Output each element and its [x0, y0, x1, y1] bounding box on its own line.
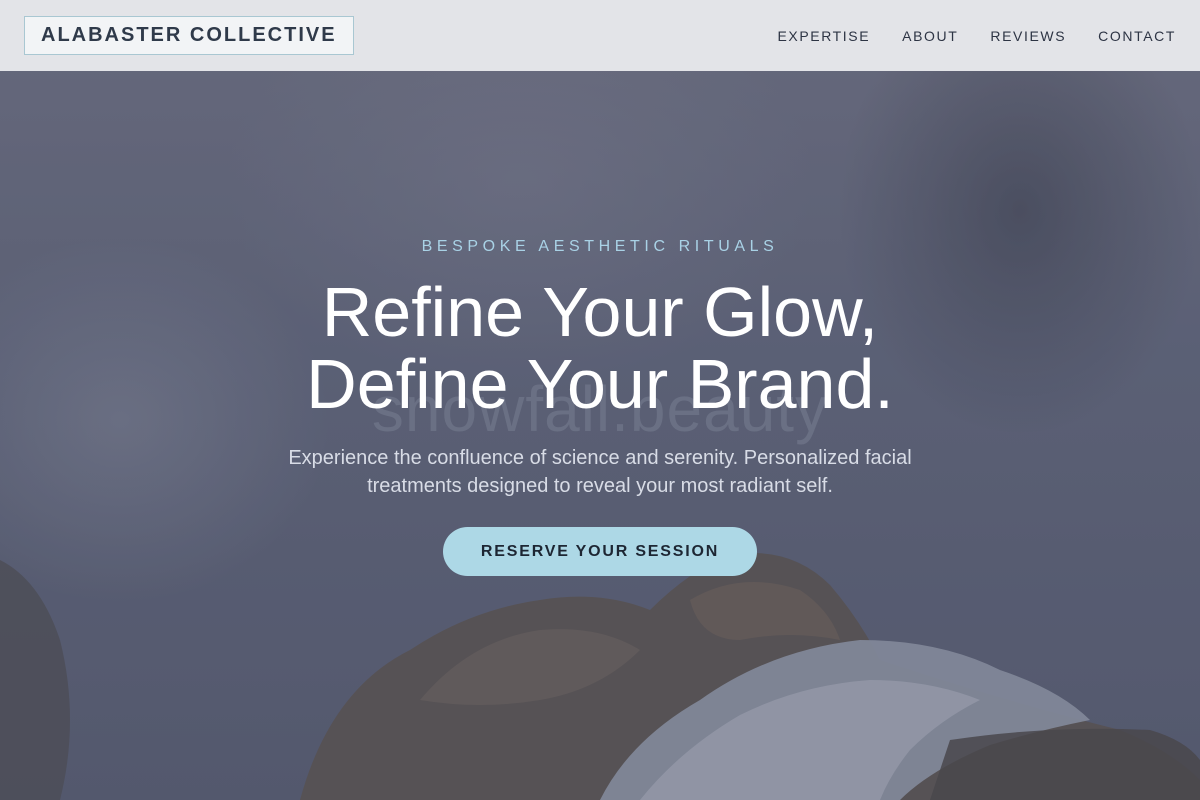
landing-page: snowfall.beauty ALABASTER COLLECTIVE EXP…: [0, 0, 1200, 800]
nav-link-expertise[interactable]: EXPERTISE: [777, 28, 870, 44]
hero-eyebrow: BESPOKE AESTHETIC RITUALS: [421, 238, 779, 255]
hero-section: BESPOKE AESTHETIC RITUALS Refine Your Gl…: [0, 0, 1200, 800]
hero-subtext: Experience the confluence of science and…: [288, 447, 912, 497]
hero-headline: Refine Your Glow, Define Your Brand.: [0, 276, 1200, 420]
reserve-session-button[interactable]: RESERVE YOUR SESSION: [443, 527, 757, 576]
nav-link-about[interactable]: ABOUT: [902, 28, 958, 44]
hero-headline-line-1: Refine Your Glow,: [321, 273, 879, 351]
site-header: ALABASTER COLLECTIVE EXPERTISE ABOUT REV…: [0, 0, 1200, 71]
brand-logo[interactable]: ALABASTER COLLECTIVE: [24, 16, 354, 55]
main-nav: EXPERTISE ABOUT REVIEWS CONTACT: [777, 28, 1176, 44]
hero-headline-line-2: Define Your Brand.: [306, 345, 894, 423]
nav-link-reviews[interactable]: REVIEWS: [990, 28, 1066, 44]
nav-link-contact[interactable]: CONTACT: [1098, 28, 1176, 44]
